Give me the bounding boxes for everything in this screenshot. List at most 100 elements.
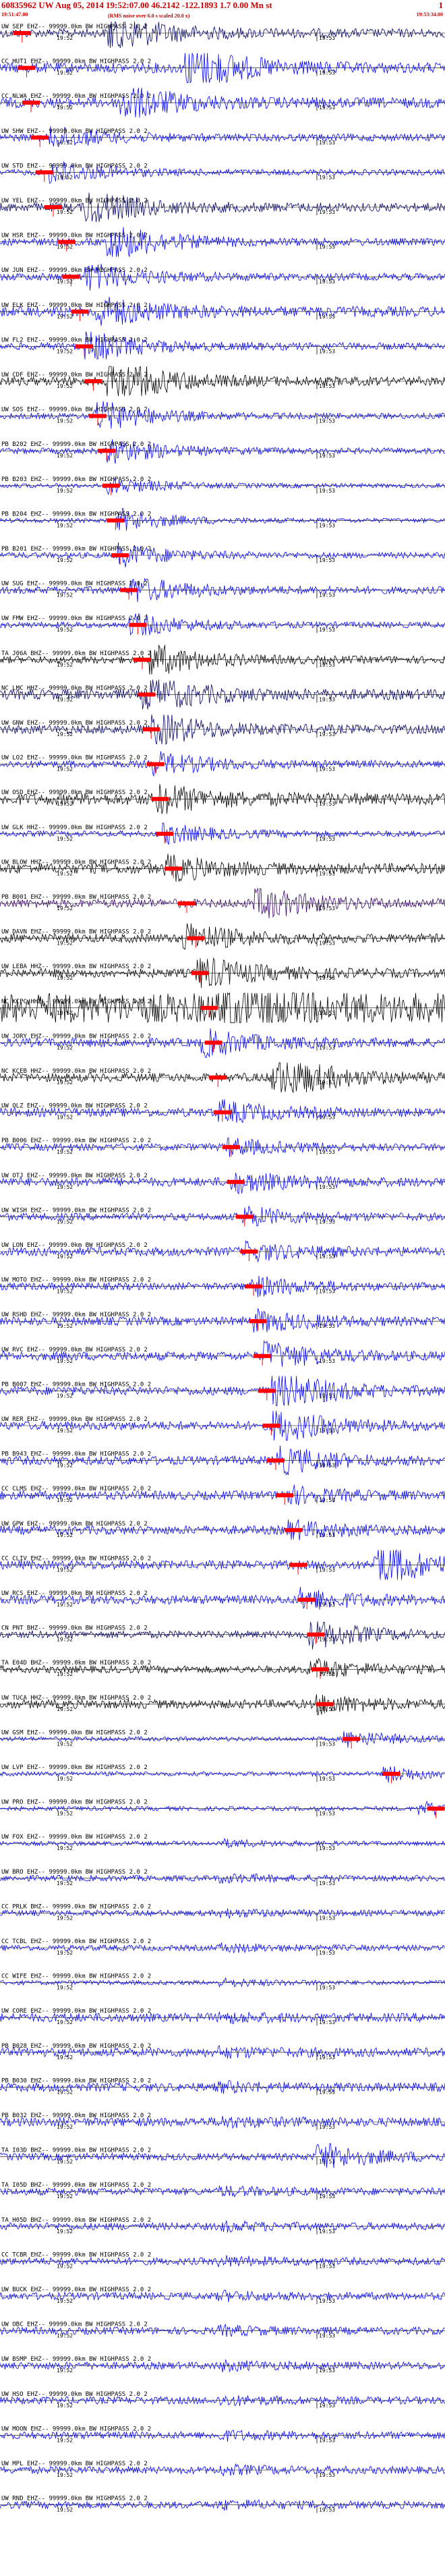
phase-pick-marker	[22, 101, 40, 105]
station-label: UW YEL EHZ-- 99999.0km BW HIGHPASS 2.0 2	[1, 198, 148, 204]
time-label-first: 19:52	[57, 1532, 73, 1538]
time-label-second: 19:53	[319, 2507, 335, 2513]
station-row: UW RND EHZ-- 99999.0km BW HIGHPASS 2.0 2…	[0, 2496, 445, 2513]
phase-pick-marker	[44, 205, 62, 209]
phase-pick-marker	[227, 1179, 245, 1184]
station-row: TA I05D BHZ-- 99999.0km BW HIGHPASS 2.0 …	[0, 2182, 445, 2200]
time-label-first: 19:52	[57, 2368, 73, 2374]
station-label: UW OSD EHZ-- 99999.0km BW HIGHPASS 2.0 2	[1, 789, 148, 796]
station-label: UW BRO EHZ-- 99999.0km BW HIGHPASS 2.0 2	[1, 1869, 148, 1876]
start-time: 19:51:47.00	[1, 11, 28, 18]
phase-pick-marker	[89, 414, 107, 418]
phase-pick-marker	[254, 1353, 272, 1358]
station-row: UW BSMP EHZ-- 99999.0km BW HIGHPASS 2.0 …	[0, 2356, 445, 2374]
time-label-second: 19:53	[319, 1044, 335, 1051]
time-label-second: 19:53	[319, 2437, 335, 2443]
time-label-second: 19:53	[319, 105, 335, 111]
station-row: UW GPW EHZ-- 99999.0km BW HIGHPASS 2.0 2…	[0, 1519, 445, 1540]
time-label-first: 19:52	[57, 1637, 73, 1643]
time-label-second: 19:53	[319, 35, 335, 41]
station-row: UW WISH EHZ-- 99999.0km BW HIGHPASS 2.0 …	[0, 1206, 445, 1227]
station-row: PB B001 EHZ-- 99999.0km BW HIGHPASS 2.0 …	[0, 887, 445, 919]
seismogram-plot: UW SEP EHZ-- 99999.0km BW HIGHPASS 2.0 2…	[0, 22, 445, 2513]
time-label-second: 19:53	[319, 766, 335, 773]
phase-pick-marker	[213, 1110, 231, 1115]
phase-pick-marker	[240, 1250, 258, 1254]
time-label-first: 19:52	[57, 2229, 73, 2235]
station-row: CC HUT1 EHZ-- 99999.0km BW HIGHPASS 2.0 …	[0, 53, 445, 84]
station-row: PB B203 EHZ-- 99999.0km BW HIGHPASS 2.0 …	[0, 476, 445, 495]
station-row: PB B007 EHZ-- 99999.0km BW HIGHPASS 2.0 …	[0, 1376, 445, 1406]
time-label-first: 19:52	[57, 592, 73, 598]
time-label-first: 19:52	[57, 314, 73, 320]
time-label-second: 19:53	[319, 2298, 335, 2304]
time-label-first: 19:52	[57, 1010, 73, 1016]
station-label: UW HSO EHZ-- 99999.0km BW HIGHPASS 2.0 2	[1, 2391, 148, 2398]
station-label: PB B007 EHZ-- 99999.0km BW HIGHPASS 2.0 …	[1, 1381, 151, 1388]
station-row: UW JORY EHZ-- 99999.0km BW HIGHPASS 2.0 …	[0, 1028, 445, 1058]
phase-pick-marker	[249, 1319, 267, 1324]
station-row: UW BRO EHZ-- 99999.0km BW HIGHPASS 2.0 2…	[0, 1869, 445, 1886]
station-row: TA E04D BHZ-- 99999.0km BW HIGHPASS 2.0 …	[0, 1658, 445, 1679]
station-row: UW LVP EHZ-- 99999.0km BW HIGHPASS 2.0 2…	[0, 1764, 445, 1783]
phase-pick-marker	[267, 1458, 285, 1463]
station-label: UW SOS EHZ-- 99999.0km BW HIGHPASS 2.0 2	[1, 407, 148, 414]
phase-pick-marker	[18, 65, 36, 70]
time-label-first: 19:52	[57, 35, 73, 41]
time-label-first: 19:52	[57, 1950, 73, 1956]
station-label: UW TUCA HHZ-- 99999.0km BW HIGHPASS 2.0 …	[1, 1695, 151, 1702]
time-label-second: 19:53	[319, 905, 335, 912]
phase-pick-marker	[35, 170, 53, 175]
station-label: UW ELK EHZ-- 99999.0km BW HIGHPASS 2.0 2	[1, 302, 148, 309]
time-label-second: 19:53	[319, 1637, 335, 1643]
time-label-first: 19:52	[57, 522, 73, 528]
time-label-first: 19:52	[57, 1428, 73, 1434]
time-label-second: 19:53	[319, 1915, 335, 1921]
station-label: PB B030 EHZ-- 99999.0km BW HIGHPASS 2.0 …	[1, 2077, 151, 2084]
phase-pick-marker	[146, 762, 165, 766]
phase-pick-marker	[102, 483, 120, 488]
station-label: UW SEP EHZ-- 99999.0km BW HIGHPASS 2.0 2	[1, 24, 148, 30]
time-label-first: 19:52	[57, 1845, 73, 1851]
time-label-second: 19:53	[319, 1776, 335, 1782]
station-row: UW LON EHZ-- 99999.0km BW HIGHPASS 2.0 2…	[0, 1239, 445, 1262]
station-row: UW GSM EHZ-- 99999.0km BW HIGHPASS 2.0 2…	[0, 1729, 445, 1749]
time-label-first: 19:52	[57, 1706, 73, 1712]
time-label-second: 19:53	[319, 2124, 335, 2130]
station-label: TA J06A BHZ-- 99999.0km BW HIGHPASS 2.0 …	[1, 650, 151, 657]
time-label-second: 19:53	[319, 1950, 335, 1956]
station-label: PB B202 EHZ-- 99999.0km BW HIGHPASS 2.0 …	[1, 441, 151, 448]
station-label: UW RVC EHZ-- 99999.0km BW HIGHPASS 2.0 2	[1, 1347, 148, 1353]
time-label-second: 19:53	[319, 418, 335, 424]
station-row: UW YEL EHZ-- 99999.0km BW HIGHPASS 2.0 2…	[0, 192, 445, 223]
time-label-first: 19:52	[57, 1149, 73, 1155]
time-label-second: 19:53	[319, 2368, 335, 2374]
time-label-first: 19:52	[57, 801, 73, 807]
time-label-second: 19:53	[319, 627, 335, 633]
station-label: UW RSHD EHZ-- 99999.0km BW HIGHPASS 2.0 …	[1, 1312, 151, 1318]
station-row: UW CORE EHZ-- 99999.0km BW HIGHPASS 2.0 …	[0, 2008, 445, 2026]
time-label-second: 19:53	[319, 557, 335, 563]
phase-pick-marker	[187, 936, 205, 941]
station-label: NC KCPC HHZ-- 99999.0km BW HIGHPASS 2.0 …	[1, 999, 151, 1005]
station-row: UW MOON EHZ-- 99999.0km BW HIGHPASS 2.0 …	[0, 2426, 445, 2444]
station-label: UW SHW EHZ-- 99999.0km BW HIGHPASS 2.0 2	[1, 128, 148, 135]
time-label-first: 19:52	[57, 244, 73, 250]
station-row: UW RSHD EHZ-- 99999.0km BW HIGHPASS 2.0 …	[0, 1308, 445, 1333]
phase-pick-marker	[245, 1284, 262, 1289]
station-label: UW GPW EHZ-- 99999.0km BW HIGHPASS 2.0 2	[1, 1521, 148, 1528]
station-label: UW PRO EHZ-- 99999.0km BW HIGHPASS 2.0 2	[1, 1799, 148, 1806]
station-label: UW RCS EHZ-- 99999.0km BW HIGHPASS 2.0 2	[1, 1590, 148, 1597]
station-label: UW FMW EHZ-- 99999.0km BW HIGHPASS 2.0 2	[1, 615, 148, 622]
time-label-first: 19:52	[57, 2507, 73, 2513]
time-label-second: 19:53	[319, 383, 335, 389]
time-label-second: 19:53	[319, 731, 335, 737]
station-label: UW WISH EHZ-- 99999.0km BW HIGHPASS 2.0 …	[1, 1207, 151, 1214]
station-label: PB B203 EHZ-- 99999.0km BW HIGHPASS 2.0 …	[1, 476, 151, 483]
time-label-first: 19:52	[57, 174, 73, 180]
station-label: UW LEBA HHZ-- 99999.0km BW HIGHPASS 2.0 …	[1, 963, 151, 970]
phase-pick-marker	[129, 623, 147, 627]
phase-pick-marker	[204, 1040, 222, 1045]
station-label: UW LVP EHZ-- 99999.0km BW HIGHPASS 2.0 2	[1, 1764, 148, 1771]
station-label: CC PRLK BHZ-- 99999.0km BW HIGHPASS 2.0 …	[1, 1903, 151, 1910]
